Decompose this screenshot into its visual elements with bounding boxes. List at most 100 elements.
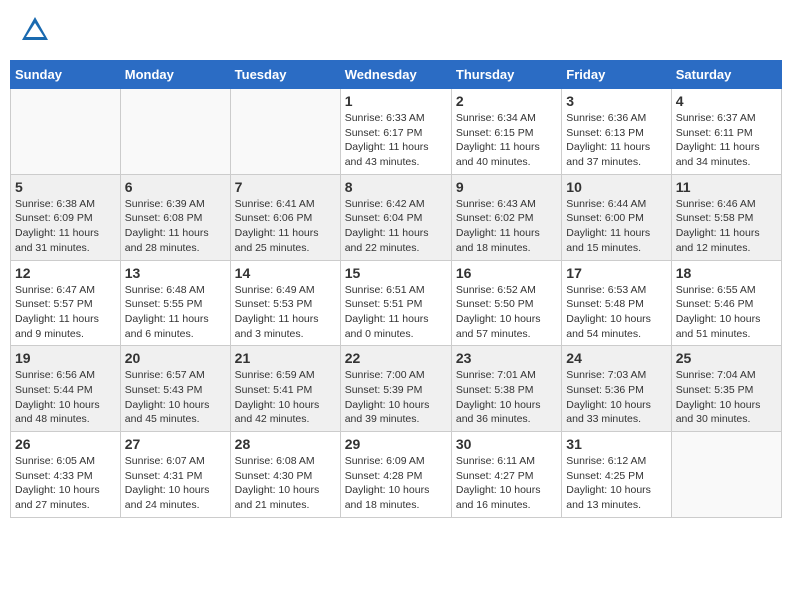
calendar-cell: 27 Sunrise: 6:07 AM Sunset: 4:31 PM Dayli… <box>120 432 230 518</box>
day-number: 20 <box>125 350 226 366</box>
day-number: 18 <box>676 265 777 281</box>
calendar-cell: 3Sunrise: 6:36 AM Sunset: 6:13 PM Daylig… <box>562 89 671 175</box>
calendar-cell: 21Sunrise: 6:59 AM Sunset: 5:41 PM Dayli… <box>230 346 340 432</box>
calendar-cell: 26Sunrise: 6:05 AM Sunset: 4:33 PM Dayli… <box>11 432 121 518</box>
day-info: Sunrise: 6:46 AM Sunset: 5:58 PM Dayligh… <box>676 197 777 256</box>
weekday-header-monday: Monday <box>120 61 230 89</box>
calendar-cell: 11Sunrise: 6:46 AM Sunset: 5:58 PM Dayli… <box>671 174 781 260</box>
day-info: Sunrise: 6:37 AM Sunset: 6:11 PM Dayligh… <box>676 111 777 170</box>
weekday-header-wednesday: Wednesday <box>340 61 451 89</box>
day-info: Sunrise: 6:53 AM Sunset: 5:48 PM Dayligh… <box>566 283 666 342</box>
weekday-header-friday: Friday <box>562 61 671 89</box>
day-number: 16 <box>456 265 557 281</box>
day-info: Sunrise: 6:12 AM Sunset: 4:25 PM Dayligh… <box>566 454 666 513</box>
day-info: Sunrise: 6:55 AM Sunset: 5:46 PM Dayligh… <box>676 283 777 342</box>
day-info: Sunrise: 6:49 AM Sunset: 5:53 PM Dayligh… <box>235 283 336 342</box>
day-number: 8 <box>345 179 447 195</box>
calendar-cell: 9 Sunrise: 6:43 AM Sunset: 6:02 PM Daylig… <box>451 174 561 260</box>
day-info: Sunrise: 6:38 AM Sunset: 6:09 PM Dayligh… <box>15 197 116 256</box>
day-number: 25 <box>676 350 777 366</box>
calendar-week-row: 1Sunrise: 6:33 AM Sunset: 6:17 PM Daylig… <box>11 89 782 175</box>
day-number: 24 <box>566 350 666 366</box>
calendar-cell: 29Sunrise: 6:09 AM Sunset: 4:28 PM Dayli… <box>340 432 451 518</box>
calendar-table: SundayMondayTuesdayWednesdayThursdayFrid… <box>10 60 782 518</box>
calendar-cell: 10 Sunrise: 6:44 AM Sunset: 6:00 PM Dayli… <box>562 174 671 260</box>
calendar-cell <box>230 89 340 175</box>
day-info: Sunrise: 6:42 AM Sunset: 6:04 PM Dayligh… <box>345 197 447 256</box>
day-number: 21 <box>235 350 336 366</box>
calendar-week-row: 26Sunrise: 6:05 AM Sunset: 4:33 PM Dayli… <box>11 432 782 518</box>
calendar-cell: 1Sunrise: 6:33 AM Sunset: 6:17 PM Daylig… <box>340 89 451 175</box>
day-info: Sunrise: 7:01 AM Sunset: 5:38 PM Dayligh… <box>456 368 557 427</box>
calendar-cell <box>671 432 781 518</box>
day-info: Sunrise: 7:00 AM Sunset: 5:39 PM Dayligh… <box>345 368 447 427</box>
day-number: 13 <box>125 265 226 281</box>
day-number: 1 <box>345 93 447 109</box>
day-number: 2 <box>456 93 557 109</box>
calendar-cell: 28 Sunrise: 6:08 AM Sunset: 4:30 PM Dayli… <box>230 432 340 518</box>
day-info: Sunrise: 6:52 AM Sunset: 5:50 PM Dayligh… <box>456 283 557 342</box>
calendar-cell: 7 Sunrise: 6:41 AM Sunset: 6:06 PM Daylig… <box>230 174 340 260</box>
day-info: Sunrise: 6:51 AM Sunset: 5:51 PM Dayligh… <box>345 283 447 342</box>
weekday-header-thursday: Thursday <box>451 61 561 89</box>
calendar-week-row: 12 Sunrise: 6:47 AM Sunset: 5:57 PM Dayli… <box>11 260 782 346</box>
day-info: Sunrise: 6:43 AM Sunset: 6:02 PM Dayligh… <box>456 197 557 256</box>
day-number: 30 <box>456 436 557 452</box>
calendar-cell: 25 Sunrise: 7:04 AM Sunset: 5:35 PM Dayli… <box>671 346 781 432</box>
day-number: 17 <box>566 265 666 281</box>
calendar-cell <box>120 89 230 175</box>
calendar-cell: 22 Sunrise: 7:00 AM Sunset: 5:39 PM Dayli… <box>340 346 451 432</box>
day-number: 31 <box>566 436 666 452</box>
day-number: 22 <box>345 350 447 366</box>
day-number: 27 <box>125 436 226 452</box>
page-header <box>10 10 782 50</box>
calendar-cell: 17 Sunrise: 6:53 AM Sunset: 5:48 PM Dayli… <box>562 260 671 346</box>
day-number: 28 <box>235 436 336 452</box>
calendar-week-row: 19Sunrise: 6:56 AM Sunset: 5:44 PM Dayli… <box>11 346 782 432</box>
calendar-header-row: SundayMondayTuesdayWednesdayThursdayFrid… <box>11 61 782 89</box>
calendar-cell: 31 Sunrise: 6:12 AM Sunset: 4:25 PM Dayli… <box>562 432 671 518</box>
calendar-cell: 16 Sunrise: 6:52 AM Sunset: 5:50 PM Dayli… <box>451 260 561 346</box>
calendar-cell: 30Sunrise: 6:11 AM Sunset: 4:27 PM Dayli… <box>451 432 561 518</box>
day-info: Sunrise: 6:41 AM Sunset: 6:06 PM Dayligh… <box>235 197 336 256</box>
day-number: 6 <box>125 179 226 195</box>
day-number: 3 <box>566 93 666 109</box>
logo-icon <box>20 15 50 45</box>
day-info: Sunrise: 6:08 AM Sunset: 4:30 PM Dayligh… <box>235 454 336 513</box>
calendar-cell: 20 Sunrise: 6:57 AM Sunset: 5:43 PM Dayli… <box>120 346 230 432</box>
day-number: 12 <box>15 265 116 281</box>
day-info: Sunrise: 6:09 AM Sunset: 4:28 PM Dayligh… <box>345 454 447 513</box>
calendar-cell: 5 Sunrise: 6:38 AM Sunset: 6:09 PM Daylig… <box>11 174 121 260</box>
day-info: Sunrise: 6:39 AM Sunset: 6:08 PM Dayligh… <box>125 197 226 256</box>
day-info: Sunrise: 7:03 AM Sunset: 5:36 PM Dayligh… <box>566 368 666 427</box>
day-info: Sunrise: 7:04 AM Sunset: 5:35 PM Dayligh… <box>676 368 777 427</box>
calendar-cell: 19Sunrise: 6:56 AM Sunset: 5:44 PM Dayli… <box>11 346 121 432</box>
logo <box>20 15 55 45</box>
day-number: 7 <box>235 179 336 195</box>
weekday-header-sunday: Sunday <box>11 61 121 89</box>
calendar-cell: 2 Sunrise: 6:34 AM Sunset: 6:15 PM Daylig… <box>451 89 561 175</box>
day-info: Sunrise: 6:07 AM Sunset: 4:31 PM Dayligh… <box>125 454 226 513</box>
day-number: 23 <box>456 350 557 366</box>
calendar-cell: 24 Sunrise: 7:03 AM Sunset: 5:36 PM Dayli… <box>562 346 671 432</box>
day-info: Sunrise: 6:48 AM Sunset: 5:55 PM Dayligh… <box>125 283 226 342</box>
calendar-cell: 8 Sunrise: 6:42 AM Sunset: 6:04 PM Daylig… <box>340 174 451 260</box>
day-number: 10 <box>566 179 666 195</box>
day-info: Sunrise: 6:57 AM Sunset: 5:43 PM Dayligh… <box>125 368 226 427</box>
day-number: 9 <box>456 179 557 195</box>
day-info: Sunrise: 6:34 AM Sunset: 6:15 PM Dayligh… <box>456 111 557 170</box>
day-number: 14 <box>235 265 336 281</box>
day-info: Sunrise: 6:44 AM Sunset: 6:00 PM Dayligh… <box>566 197 666 256</box>
day-number: 15 <box>345 265 447 281</box>
day-info: Sunrise: 6:05 AM Sunset: 4:33 PM Dayligh… <box>15 454 116 513</box>
calendar-cell: 6 Sunrise: 6:39 AM Sunset: 6:08 PM Daylig… <box>120 174 230 260</box>
calendar-cell: 12 Sunrise: 6:47 AM Sunset: 5:57 PM Dayli… <box>11 260 121 346</box>
calendar-cell: 4 Sunrise: 6:37 AM Sunset: 6:11 PM Daylig… <box>671 89 781 175</box>
day-info: Sunrise: 6:47 AM Sunset: 5:57 PM Dayligh… <box>15 283 116 342</box>
calendar-cell: 15 Sunrise: 6:51 AM Sunset: 5:51 PM Dayli… <box>340 260 451 346</box>
calendar-cell: 23 Sunrise: 7:01 AM Sunset: 5:38 PM Dayli… <box>451 346 561 432</box>
day-number: 5 <box>15 179 116 195</box>
calendar-cell: 14 Sunrise: 6:49 AM Sunset: 5:53 PM Dayli… <box>230 260 340 346</box>
weekday-header-saturday: Saturday <box>671 61 781 89</box>
day-number: 4 <box>676 93 777 109</box>
